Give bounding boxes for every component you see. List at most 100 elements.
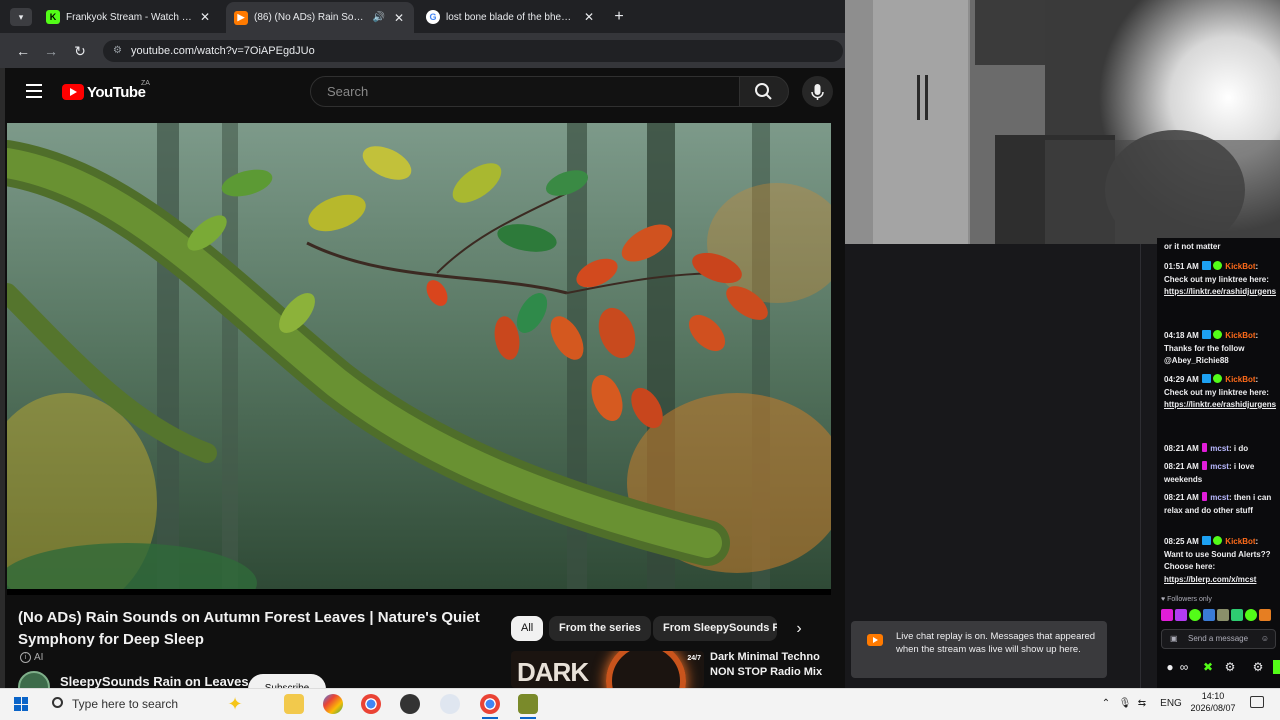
infinity-icon[interactable]: ∞	[1177, 660, 1191, 674]
extensions-icon[interactable]: ⚙	[1251, 660, 1265, 674]
user-badge-icon	[1202, 461, 1208, 470]
clock-time: 14:10	[1201, 691, 1225, 701]
search-icon	[755, 83, 772, 100]
close-tab-icon[interactable]: ✕	[582, 10, 596, 24]
emoji-icon[interactable]: ☺	[1261, 630, 1269, 648]
message-time: 08:21 AM	[1164, 444, 1199, 453]
tab-google-search[interactable]: G lost bone blade of the bheaded ✕	[418, 4, 604, 30]
chevron-up-icon[interactable]: ⌃	[1098, 692, 1114, 716]
chip-from-the-series[interactable]: From the series	[549, 616, 651, 641]
tab-kick-stream[interactable]: K Frankyok Stream - Watch Live o ✕	[38, 4, 220, 30]
windows-start-icon[interactable]	[14, 697, 28, 711]
emote-bar[interactable]	[1161, 609, 1278, 623]
emote-icon[interactable]	[1231, 609, 1243, 621]
ai-generated-badge[interactable]: i AI	[20, 652, 43, 663]
settings-gear-icon[interactable]: ⚙	[1223, 660, 1237, 674]
close-tab-icon[interactable]: ✕	[198, 10, 212, 24]
chat-toolbar: ● ∞ ✖ ⚙ ⚙	[1161, 660, 1280, 680]
tab-search-button[interactable]: ▾	[10, 8, 32, 26]
chat-message: 04:29 AM KickBot: Check out my linktree …	[1164, 374, 1277, 409]
bot-badge-icon	[1213, 536, 1223, 545]
send-message-input[interactable]: ▣ Send a message ☺	[1161, 629, 1276, 649]
new-tab-button[interactable]: +	[610, 8, 628, 26]
channel-name[interactable]: SleepySounds Rain on Leaves	[60, 674, 249, 689]
send-button[interactable]	[1273, 660, 1280, 674]
network-app-icon[interactable]	[440, 694, 460, 714]
thumbnail-text: DARK	[517, 657, 589, 687]
photos-icon[interactable]	[323, 694, 343, 714]
message-time: 08:25 AM	[1164, 537, 1199, 546]
notifications-icon[interactable]	[1250, 696, 1264, 708]
tab-title: Frankyok Stream - Watch Live o	[66, 11, 192, 23]
chip-from-channel[interactable]: From SleepySounds Ra	[653, 616, 777, 641]
back-arrow-icon[interactable]: ←	[14, 42, 32, 60]
chat-message: 08:25 AM KickBot: Want to use Sound Aler…	[1164, 536, 1271, 584]
message-link[interactable]: https://linktr.ee/rashidjurgens	[1164, 400, 1276, 409]
message-link[interactable]: https://blerp.com/x/mcst	[1164, 575, 1256, 584]
country-code: ZA	[141, 80, 150, 87]
emote-icon[interactable]	[1203, 609, 1215, 621]
tab-title: lost bone blade of the bheaded	[446, 11, 576, 23]
voice-search-button[interactable]	[802, 76, 833, 107]
menu-icon[interactable]	[26, 84, 42, 98]
webcam-feed	[845, 0, 1280, 244]
youtube-play-icon	[62, 84, 84, 100]
message-username[interactable]: KickBot	[1225, 537, 1255, 546]
reload-icon[interactable]: ↻	[71, 42, 89, 60]
replay-notice-text: Live chat replay is on. Messages that ap…	[896, 631, 1096, 655]
microphone-icon[interactable]: 🎙	[1118, 692, 1132, 716]
live-chat-replay-notice: Live chat replay is on. Messages that ap…	[851, 621, 1107, 678]
chat-message: 08:21 AM mcst: i love weekends	[1164, 461, 1255, 484]
chat-message: 01:51 AM KickBot: Check out my linktree …	[1164, 261, 1277, 296]
emote-icon[interactable]	[1245, 609, 1257, 621]
chip-all[interactable]: All	[511, 616, 544, 641]
video-player[interactable]	[7, 123, 831, 589]
message-username[interactable]: KickBot	[1225, 331, 1255, 340]
emote-icon[interactable]	[1161, 609, 1173, 621]
chevron-right-icon[interactable]: ›	[788, 618, 810, 640]
close-tab-icon[interactable]: ✕	[392, 11, 406, 25]
obs-icon[interactable]	[400, 694, 420, 714]
address-bar[interactable]: ⚙ youtube.com/watch?v=7OiAPEgdJUo	[103, 40, 843, 62]
copilot-sparkle-icon[interactable]: ✦	[225, 694, 245, 714]
recommendation-thumbnail[interactable]: DARK 24/7	[511, 651, 704, 688]
points-icon[interactable]: ●	[1163, 660, 1177, 674]
file-explorer-icon[interactable]	[284, 694, 304, 714]
player-progress-bar[interactable]	[7, 589, 831, 595]
taskbar-clock[interactable]: 14:10 2026/08/07	[1190, 690, 1236, 714]
game-app-icon[interactable]	[518, 694, 538, 719]
kick-points-icon[interactable]: ✖	[1201, 660, 1215, 674]
message-time: 08:21 AM	[1164, 493, 1199, 502]
message-username[interactable]: mcst	[1210, 493, 1229, 502]
chat-message: 08:21 AM mcst: then i can relax and do o…	[1164, 492, 1272, 515]
emote-icon[interactable]	[1217, 609, 1229, 621]
message-text: Want to use Sound Alerts?? Choose here:	[1164, 549, 1271, 572]
search-input[interactable]: Search	[310, 76, 740, 107]
message-username[interactable]: KickBot	[1225, 262, 1255, 271]
chat-message: or it not matter	[1164, 241, 1276, 254]
tab-title: (86) (No ADs) Rain Sounds	[254, 12, 366, 23]
emote-icon[interactable]	[1189, 609, 1201, 621]
message-link[interactable]: https://linktr.ee/rashidjurgens	[1164, 287, 1276, 296]
recommendation-title[interactable]: Dark Minimal Techno NON STOP Radio Mix	[710, 650, 828, 680]
youtube-logo[interactable]: YouTube	[62, 82, 146, 102]
thumbnail-art	[606, 651, 686, 688]
message-username[interactable]: mcst	[1210, 444, 1229, 453]
site-info-icon[interactable]: ⚙	[113, 45, 125, 57]
forward-arrow-icon[interactable]: →	[42, 42, 60, 60]
message-username[interactable]: mcst	[1210, 462, 1229, 471]
chrome-icon[interactable]	[361, 694, 381, 714]
network-icon[interactable]: ⇆	[1134, 692, 1150, 716]
tab-youtube-rain-sounds[interactable]: ▶ (86) (No ADs) Rain Sounds 🔊 ✕	[226, 2, 414, 33]
emote-icon[interactable]	[1259, 609, 1271, 621]
microphone-icon	[811, 84, 824, 100]
message-username[interactable]: KickBot	[1225, 375, 1255, 384]
video-frame-forest-scene	[7, 123, 831, 589]
search-button[interactable]	[739, 76, 789, 107]
language-indicator[interactable]: ENG	[1158, 692, 1184, 716]
verified-badge-icon	[1202, 261, 1212, 270]
search-icon	[52, 697, 63, 708]
chrome-active-icon[interactable]	[480, 694, 500, 719]
speaker-icon[interactable]: 🔊	[372, 12, 386, 23]
emote-icon[interactable]	[1175, 609, 1187, 621]
